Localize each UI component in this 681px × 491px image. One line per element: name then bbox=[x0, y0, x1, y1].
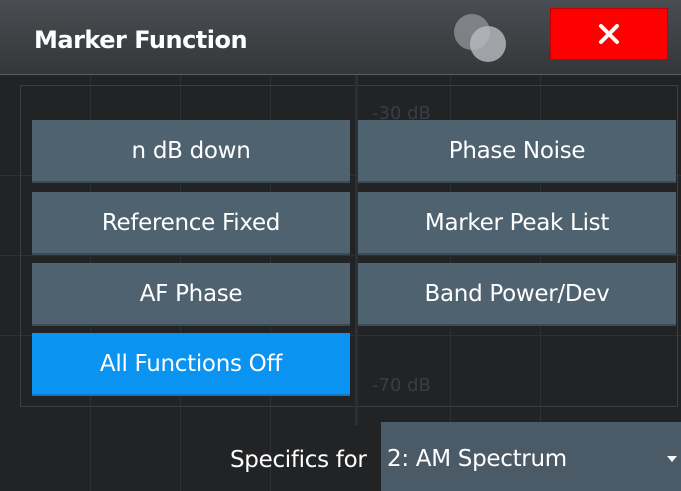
af-phase-button[interactable]: AF Phase bbox=[32, 263, 350, 326]
n-db-down-button[interactable]: n dB down bbox=[32, 120, 350, 183]
chevron-down-icon bbox=[667, 456, 677, 462]
marker-peak-list-button[interactable]: Marker Peak List bbox=[358, 192, 676, 255]
phase-noise-button[interactable]: Phase Noise bbox=[358, 120, 676, 183]
marker-function-dialog: Marker Function -30 dB -70 dB n dB down … bbox=[0, 0, 681, 491]
dialog-title: Marker Function bbox=[34, 26, 248, 54]
specifics-selected-value: 2: AM Spectrum bbox=[387, 446, 567, 472]
reference-fixed-button[interactable]: Reference Fixed bbox=[32, 192, 350, 255]
close-x-icon bbox=[599, 24, 619, 44]
all-functions-off-button[interactable]: All Functions Off bbox=[32, 333, 350, 396]
overlap-circles-icon bbox=[454, 14, 506, 62]
specifics-label: Specifics for bbox=[230, 447, 367, 473]
title-bar[interactable]: Marker Function bbox=[0, 0, 681, 75]
specifics-dropdown[interactable]: 2: AM Spectrum bbox=[381, 422, 681, 491]
band-power-dev-button[interactable]: Band Power/Dev bbox=[358, 263, 676, 326]
close-button[interactable] bbox=[550, 8, 668, 60]
